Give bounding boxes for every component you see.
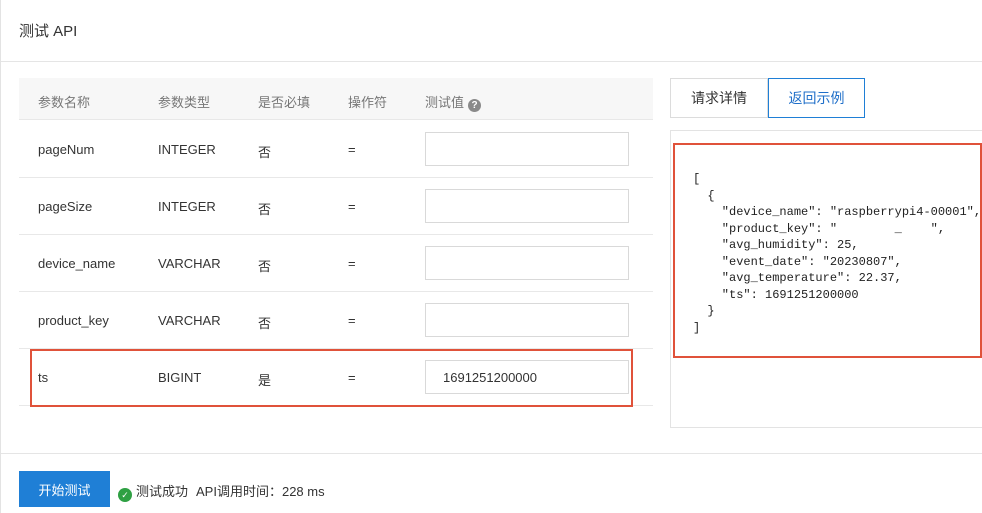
response-tabs: 请求详情 返回示例 [670,78,982,118]
param-operator: = [348,199,356,214]
param-operator: = [348,142,356,157]
table-header: 参数名称 参数类型 是否必填 操作符 测试值? [19,78,653,120]
param-name: product_key [38,313,109,328]
page-title: 测试 API [19,23,78,40]
param-name: pageSize [38,199,93,214]
test-value-input-device-name[interactable] [425,246,629,280]
row-highlight-box [30,349,633,407]
param-type: VARCHAR [158,313,221,328]
param-name: device_name [38,256,116,271]
param-type: INTEGER [158,199,216,214]
param-operator: = [348,256,356,271]
param-required: 否 [258,145,272,160]
column-header-param-name: 参数名称 [38,95,91,110]
column-header-param-type: 参数类型 [158,95,211,110]
param-type: INTEGER [158,142,216,157]
param-operator: = [348,313,356,328]
test-value-input-pagenum[interactable] [425,132,629,166]
param-required: 否 [258,316,272,331]
table-row: pageNum INTEGER 否 = [19,121,653,178]
test-value-input-product-key[interactable] [425,303,629,337]
api-test-panel: 测试 API 参数名称 参数类型 是否必填 操作符 测试值? pageNum I… [0,0,982,513]
table-row: pageSize INTEGER 否 = [19,178,653,235]
param-required: 否 [258,259,272,274]
api-call-time: API调用时间：228 ms [196,484,325,499]
param-type: VARCHAR [158,256,221,271]
column-header-required: 是否必填 [258,95,311,110]
param-required: 否 [258,202,272,217]
start-test-button[interactable]: 开始测试 [19,471,110,507]
panel-header: 测试 API [1,0,982,62]
table-row: device_name VARCHAR 否 = [19,235,653,292]
column-header-test-value: 测试值? [425,92,482,112]
test-value-input-pagesize[interactable] [425,189,629,223]
tab-request-details[interactable]: 请求详情 [670,78,768,118]
tab-response-example[interactable]: 返回示例 [768,78,865,118]
param-name: pageNum [38,142,95,157]
status-text: 测试成功 [136,484,189,499]
response-code: [ { "device_name": "raspberrypi4-00001",… [693,172,982,335]
column-header-operator: 操作符 [348,95,388,110]
test-value-label: 测试值 [425,95,465,110]
question-circle-icon[interactable]: ? [468,99,482,112]
test-status: ✓ 测试成功 API调用时间：228 ms [118,481,325,502]
table-row: product_key VARCHAR 否 = [19,292,653,349]
check-circle-icon: ✓ [118,488,132,502]
